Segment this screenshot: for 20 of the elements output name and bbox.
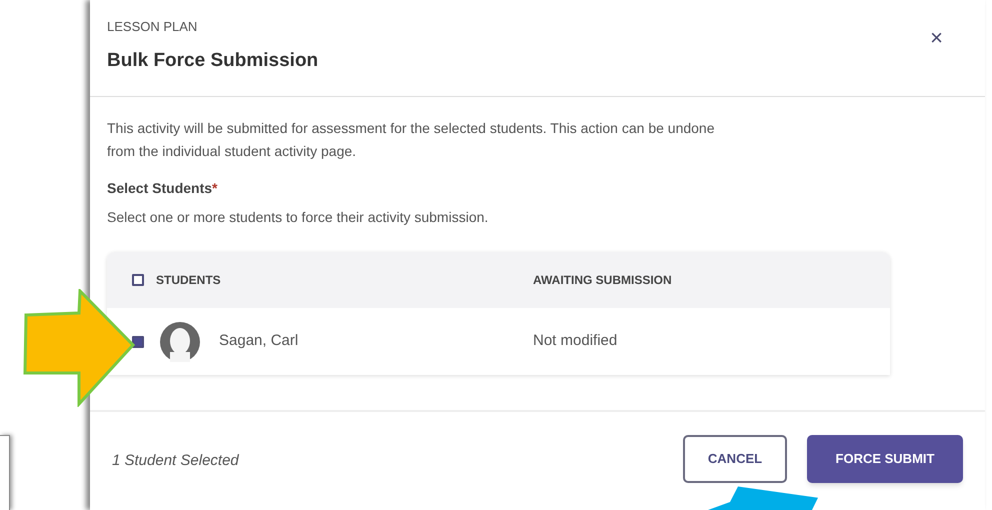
close-button[interactable]: × <box>930 27 943 49</box>
required-mark: * <box>212 180 218 196</box>
table-row[interactable]: Sagan, Carl Not modified <box>107 308 890 375</box>
column-header: STUDENTS <box>156 272 221 289</box>
arrow-icon <box>23 289 135 407</box>
modal-title: Bulk Force Submission <box>107 48 318 72</box>
student-name: Sagan, Carl <box>219 331 298 352</box>
table-cell-text: Not modified <box>533 331 618 352</box>
checkbox[interactable] <box>132 274 144 286</box>
arrow-icon <box>708 486 820 510</box>
checkbox[interactable] <box>132 336 144 348</box>
avatar-icon <box>160 322 200 362</box>
field-hint: Select one or more students to force their activity submission. <box>107 208 490 227</box>
field-label: Select Students <box>107 180 212 196</box>
force-submit-button[interactable]: FORCE SUBMIT <box>807 435 963 483</box>
column-header: AWAITING SUBMISSION <box>533 272 672 289</box>
selection-count: 1 Student Selected <box>112 450 239 471</box>
cancel-button[interactable]: CANCEL <box>683 435 787 483</box>
description-text: This activity will be submitted for assessment for the selected students. This action can be undone from the individual student activity page. <box>107 119 716 161</box>
eyebrow-label: LESSON PLAN <box>107 18 198 36</box>
